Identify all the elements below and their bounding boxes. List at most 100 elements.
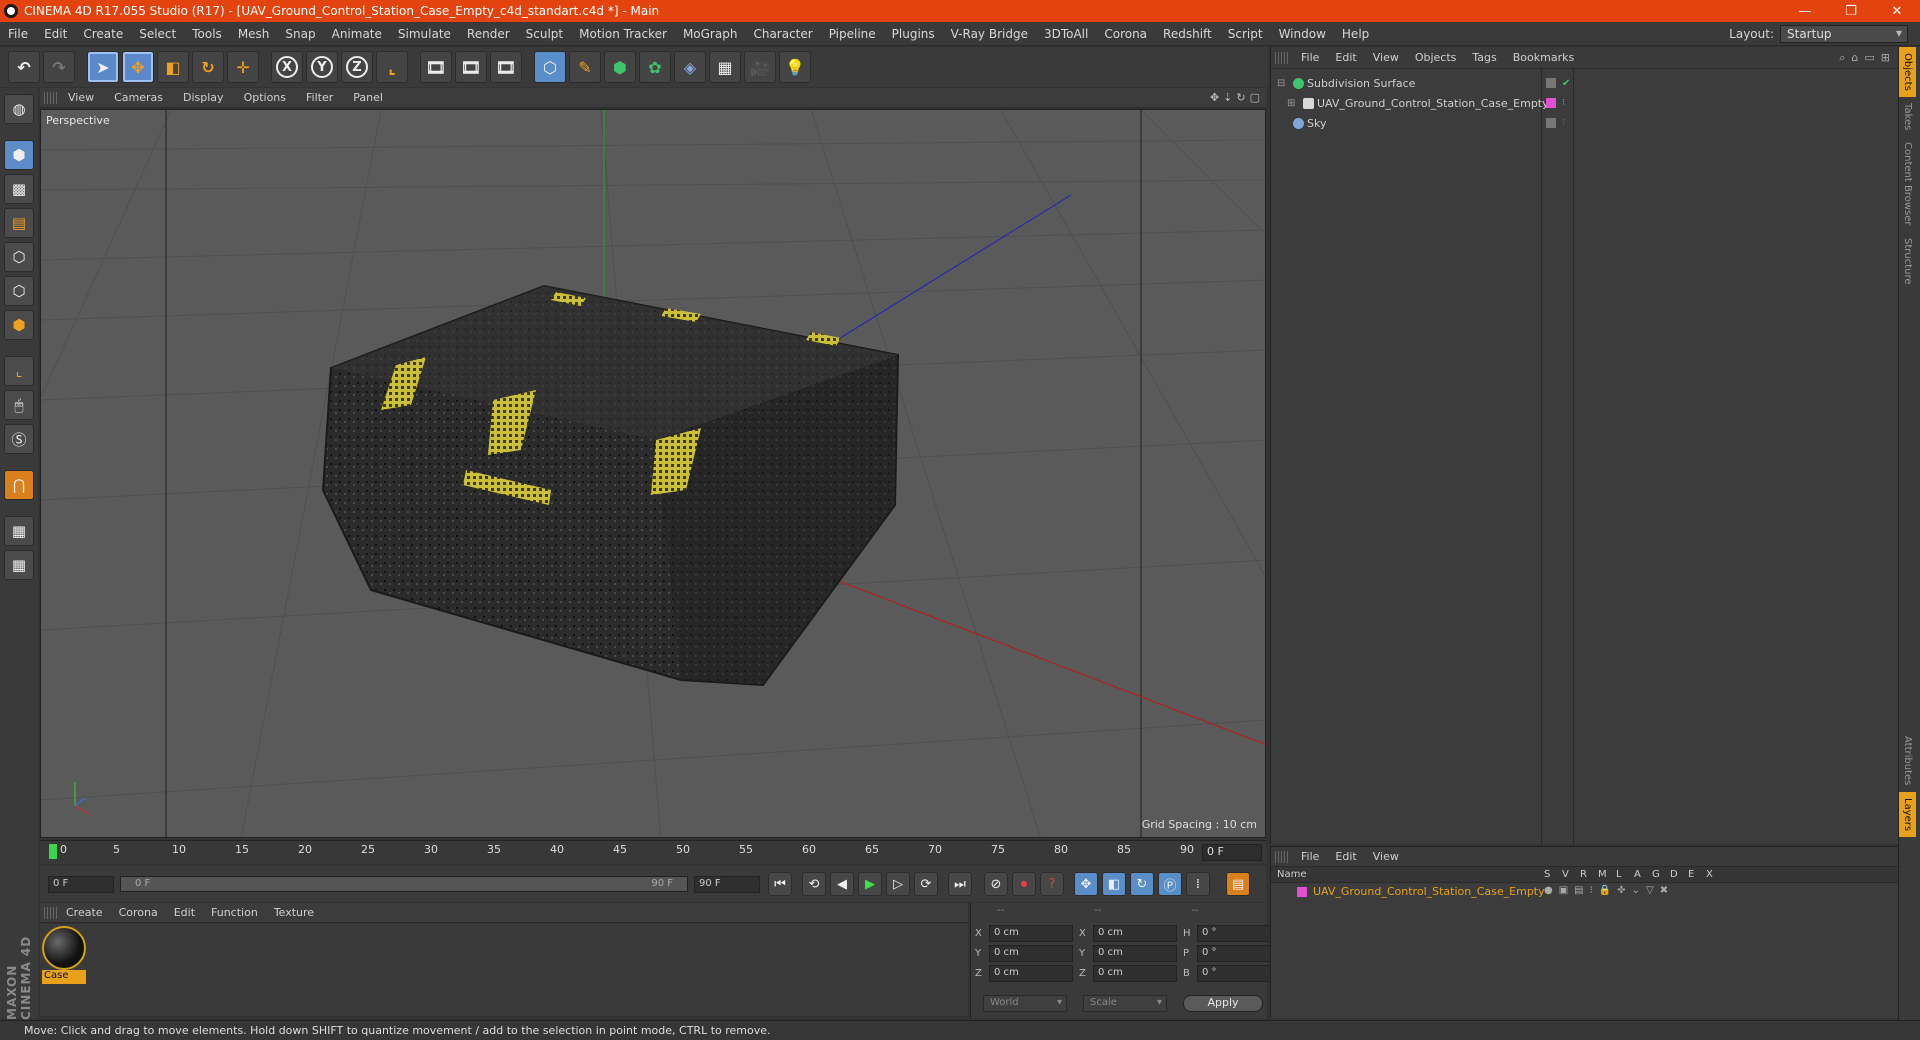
- viewport-dolly-icon[interactable]: ⇣: [1223, 91, 1232, 104]
- render-view-icon[interactable]: 🎞: [420, 51, 452, 83]
- menu-character[interactable]: Character: [745, 27, 820, 41]
- size-mode-dropdown[interactable]: Scale: [1083, 995, 1167, 1012]
- viewport-menu-cameras[interactable]: Cameras: [104, 91, 173, 104]
- render-picture-viewer-icon[interactable]: 🎞: [455, 51, 487, 83]
- texture-mode-icon[interactable]: ▩: [4, 174, 34, 204]
- menu-mesh[interactable]: Mesh: [230, 27, 278, 41]
- material-preview-swatch[interactable]: [42, 926, 86, 970]
- floor-environment-icon[interactable]: ▦: [709, 51, 741, 83]
- viewport-menu-options[interactable]: Options: [234, 91, 296, 104]
- next-frame-icon[interactable]: ▷: [886, 872, 910, 896]
- timeline-ruler[interactable]: 0 5 10 15 20 25 30 35 40 45 50 55 60 65 …: [40, 840, 1266, 864]
- tweak-mode-icon[interactable]: 🖱: [4, 390, 34, 420]
- menu-animate[interactable]: Animate: [324, 27, 390, 41]
- expand-toggle-icon[interactable]: ⊞: [1287, 98, 1295, 109]
- locked-workplane-icon[interactable]: ▦: [4, 516, 34, 546]
- rotation-b-field[interactable]: 0 °: [1197, 965, 1273, 982]
- x-axis-lock-icon[interactable]: X: [271, 51, 303, 83]
- close-button[interactable]: ✕: [1874, 0, 1920, 22]
- visibility-dots-icon[interactable]: ⁝: [1562, 118, 1565, 128]
- tab-takes[interactable]: Takes: [1899, 97, 1916, 136]
- menu-select[interactable]: Select: [131, 27, 184, 41]
- menu-tools[interactable]: Tools: [184, 27, 230, 41]
- position-z-field[interactable]: 0 cm: [989, 965, 1073, 982]
- menu-edit[interactable]: Edit: [36, 27, 75, 41]
- menu-pipeline[interactable]: Pipeline: [821, 27, 884, 41]
- viewport-menu-view[interactable]: View: [58, 91, 104, 104]
- position-x-field[interactable]: 0 cm: [989, 925, 1073, 942]
- workplane-mode-icon[interactable]: ▤: [4, 208, 34, 238]
- menu-mograph[interactable]: MoGraph: [675, 27, 746, 41]
- camera-object-icon[interactable]: 🎥: [744, 51, 776, 83]
- lm-menu-edit[interactable]: Edit: [1327, 850, 1364, 863]
- redo-icon[interactable]: ↷: [43, 51, 75, 83]
- layer-color-swatch[interactable]: [1297, 887, 1307, 897]
- subdivision-generator-icon[interactable]: ⬢: [604, 51, 636, 83]
- points-mode-icon[interactable]: ⬡: [4, 242, 34, 272]
- undo-icon[interactable]: ↶: [8, 51, 40, 83]
- om-menu-objects[interactable]: Objects: [1407, 51, 1465, 64]
- object-row-sky[interactable]: Sky ⁝: [1271, 113, 1899, 133]
- tab-attributes[interactable]: Attributes: [1899, 730, 1916, 791]
- coordinate-system-icon[interactable]: ⌞: [376, 51, 408, 83]
- menu-3dtoall[interactable]: 3DToAll: [1036, 27, 1096, 41]
- model-mode-icon[interactable]: ⬢: [4, 140, 34, 170]
- enabled-check-icon[interactable]: ✔: [1562, 78, 1570, 89]
- z-axis-lock-icon[interactable]: Z: [341, 51, 373, 83]
- layer-tag-icon[interactable]: [1546, 118, 1556, 128]
- lm-menu-file[interactable]: File: [1293, 850, 1327, 863]
- tab-structure[interactable]: Structure: [1899, 232, 1916, 291]
- edges-mode-icon[interactable]: ⬡: [4, 276, 34, 306]
- key-pla-icon[interactable]: ⁞: [1186, 872, 1210, 896]
- previous-frame-icon[interactable]: ◀: [830, 872, 854, 896]
- viewport-rotate-icon[interactable]: ↻: [1236, 91, 1245, 104]
- menu-script[interactable]: Script: [1220, 27, 1271, 41]
- tab-objects[interactable]: Objects: [1899, 47, 1916, 97]
- material-name-label[interactable]: Case: [42, 970, 86, 984]
- viewport-menu-panel[interactable]: Panel: [343, 91, 393, 104]
- menu-window[interactable]: Window: [1271, 27, 1334, 41]
- lm-menu-view[interactable]: View: [1365, 850, 1407, 863]
- coordinate-mode-dropdown[interactable]: World: [983, 995, 1067, 1012]
- menu-file[interactable]: File: [0, 27, 36, 41]
- menu-plugins[interactable]: Plugins: [884, 27, 943, 41]
- axis-mode-icon[interactable]: ⌞: [4, 356, 34, 386]
- array-mograph-icon[interactable]: ✿: [639, 51, 671, 83]
- pen-spline-icon[interactable]: ✎: [569, 51, 601, 83]
- apply-button[interactable]: Apply: [1183, 995, 1263, 1012]
- menu-help[interactable]: Help: [1334, 27, 1377, 41]
- y-axis-lock-icon[interactable]: Y: [306, 51, 338, 83]
- tab-layers[interactable]: Layers: [1899, 791, 1916, 837]
- polygons-mode-icon[interactable]: ⬢: [4, 310, 34, 340]
- viewport-menu-filter[interactable]: Filter: [296, 91, 343, 104]
- deformer-icon[interactable]: ◈: [674, 51, 706, 83]
- preview-range-slider[interactable]: 0 F 90 F: [120, 876, 688, 892]
- search-icon[interactable]: ⌕: [1839, 51, 1845, 65]
- menu-sculpt[interactable]: Sculpt: [518, 27, 571, 41]
- key-rotation-icon[interactable]: ↻: [1130, 872, 1154, 896]
- om-menu-bookmarks[interactable]: Bookmarks: [1505, 51, 1582, 64]
- menu-vray-bridge[interactable]: V-Ray Bridge: [943, 27, 1036, 41]
- layout-select[interactable]: Startup: [1780, 25, 1908, 43]
- menu-snap[interactable]: Snap: [277, 27, 323, 41]
- menu-redshift[interactable]: Redshift: [1155, 27, 1220, 41]
- record-keys-icon[interactable]: ⊘: [984, 872, 1008, 896]
- menu-motion-tracker[interactable]: Motion Tracker: [571, 27, 675, 41]
- uav-case-model[interactable]: [321, 284, 900, 687]
- key-parameter-icon[interactable]: Ⓟ: [1158, 872, 1182, 896]
- rotation-h-field[interactable]: 0 °: [1197, 925, 1273, 942]
- minimize-panel-icon[interactable]: ▭: [1864, 51, 1874, 65]
- planar-workplane-icon[interactable]: ▦: [4, 550, 34, 580]
- scale-tool-icon[interactable]: ◧: [157, 51, 189, 83]
- material-menu-corona[interactable]: Corona: [111, 906, 166, 919]
- move-tool-icon[interactable]: ✥: [122, 51, 154, 83]
- om-menu-tags[interactable]: Tags: [1464, 51, 1504, 64]
- key-position-icon[interactable]: ✥: [1074, 872, 1098, 896]
- current-frame-field[interactable]: 0 F: [1202, 844, 1262, 861]
- expand-panel-icon[interactable]: ⊞: [1881, 51, 1890, 65]
- minimize-button[interactable]: —: [1782, 0, 1828, 22]
- go-to-end-icon[interactable]: ⏭: [948, 872, 972, 896]
- snapping-icon[interactable]: ⋂: [4, 470, 34, 500]
- cube-object-icon[interactable]: ⬡: [534, 51, 566, 83]
- material-menu-function[interactable]: Function: [203, 906, 266, 919]
